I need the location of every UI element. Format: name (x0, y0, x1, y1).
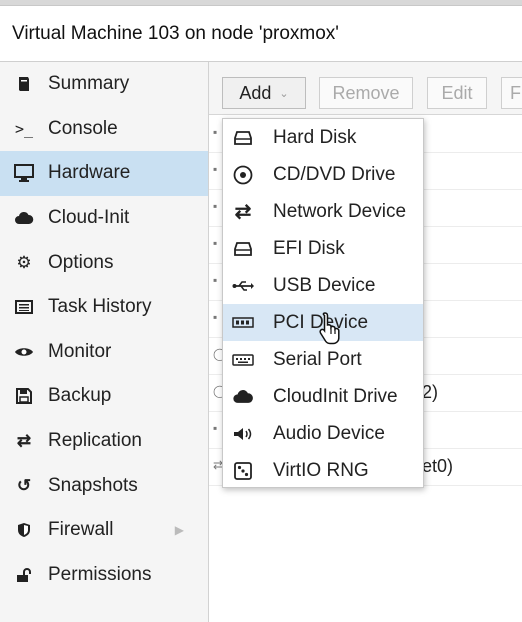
edit-button[interactable]: Edit (427, 77, 487, 109)
sidebar-item-label: Console (48, 117, 118, 139)
sidebar-item-task-history[interactable]: Task History (0, 285, 208, 330)
menu-item-usb-device[interactable]: USB Device (223, 267, 423, 304)
menu-item-label: Serial Port (273, 348, 362, 370)
cloudinit-icon: ▪ (213, 421, 218, 435)
sidebar-item-label: Monitor (48, 340, 112, 362)
row-value: et0) (422, 456, 454, 476)
list-icon (14, 300, 34, 315)
history-icon: ↺ (16, 475, 32, 495)
window-titlebar: Virtual Machine 103 on node 'proxmox' (0, 6, 522, 62)
hdd-icon (231, 130, 255, 145)
usb-icon (231, 279, 255, 293)
scsi-icon: ▪ (213, 310, 218, 324)
memory-icon: ▪ (213, 125, 218, 139)
cloud-icon (14, 211, 34, 225)
add-button-label: Add (239, 82, 272, 103)
expand-arrow-icon[interactable]: ▶ (175, 523, 184, 537)
machine-icon: ▪ (213, 273, 218, 287)
menu-item-network-device[interactable]: ⇄ Network Device (223, 193, 423, 230)
eye-icon (14, 346, 34, 358)
cpu-icon: ▪ (213, 162, 218, 176)
menu-item-hard-disk[interactable]: Hard Disk (223, 119, 423, 156)
bios-icon: ▪ (213, 199, 218, 213)
sidebar-item-cloud-init[interactable]: Cloud-Init (0, 196, 208, 241)
sidebar-item-snapshots[interactable]: ↺ Snapshots (0, 463, 208, 508)
menu-item-label: EFI Disk (273, 237, 345, 259)
floppy-icon (14, 388, 34, 405)
sidebar-item-label: Firewall (48, 519, 114, 541)
sidebar-item-options[interactable]: ⚙ Options (0, 240, 208, 285)
shield-icon (14, 522, 34, 538)
volume-icon (231, 427, 255, 441)
sidebar-item-backup[interactable]: Backup (0, 374, 208, 419)
terminal-icon: >_ (14, 119, 34, 138)
menu-item-label: Network Device (273, 200, 407, 222)
retweet-icon: ⇄ (16, 431, 32, 451)
dice-icon (231, 461, 255, 480)
sidebar-item-label: Permissions (48, 563, 152, 585)
menu-item-cd-dvd-drive[interactable]: CD/DVD Drive (223, 156, 423, 193)
add-dropdown-menu: Hard Disk CD/DVD Drive ⇄ Network Device … (222, 118, 424, 488)
book-icon (14, 76, 34, 92)
sidebar-item-label: Backup (48, 385, 112, 407)
cloud-icon (231, 389, 255, 404)
sidebar: Summary >_ Console Hardware Cloud-Init ⚙… (0, 62, 209, 622)
menu-item-label: Hard Disk (273, 126, 357, 148)
sidebar-item-label: Summary (48, 73, 130, 95)
hand-pointer-icon (318, 311, 344, 350)
menu-item-label: USB Device (273, 274, 376, 296)
sidebar-item-summary[interactable]: Summary (0, 62, 208, 107)
menu-item-audio-device[interactable]: Audio Device (223, 415, 423, 452)
display-icon: ▪ (213, 236, 218, 250)
sidebar-item-hardware[interactable]: Hardware (0, 151, 208, 196)
overflow-toolbar-button[interactable]: F (501, 77, 522, 109)
menu-item-label: VirtIO RNG (273, 459, 369, 481)
sidebar-item-label: Hardware (48, 162, 131, 184)
chevron-down-icon: ⌄ (279, 87, 289, 100)
sidebar-item-permissions[interactable]: Permissions (0, 553, 208, 598)
menu-item-efi-disk[interactable]: EFI Disk (223, 230, 423, 267)
remove-button[interactable]: Remove (319, 77, 413, 109)
sidebar-item-label: Snapshots (48, 474, 138, 496)
unlock-icon (14, 567, 34, 583)
keyboard-icon (231, 353, 255, 366)
gear-icon: ⚙ (16, 252, 32, 272)
add-button[interactable]: Add ⌄ (222, 77, 306, 109)
hardware-toolbar: Add ⌄ Remove Edit F (209, 62, 522, 115)
sidebar-item-replication[interactable]: ⇄ Replication (0, 419, 208, 464)
exchange-icon: ⇄ (234, 201, 252, 223)
menu-item-label: Audio Device (273, 422, 385, 444)
hdd-icon (231, 241, 255, 256)
menu-item-label: CloudInit Drive (273, 385, 398, 407)
disc-icon (231, 165, 255, 185)
sidebar-item-label: Task History (48, 296, 152, 318)
sidebar-item-label: Cloud-Init (48, 207, 130, 229)
row-value: 2) (422, 382, 439, 402)
pci-card-icon (231, 316, 255, 329)
sidebar-item-monitor[interactable]: Monitor (0, 330, 208, 375)
vm-window: Virtual Machine 103 on node 'proxmox' Su… (0, 5, 522, 622)
sidebar-item-label: Replication (48, 430, 142, 452)
window-title: Virtual Machine 103 on node 'proxmox' (12, 22, 339, 44)
sidebar-item-label: Options (48, 251, 114, 273)
menu-item-virtio-rng[interactable]: VirtIO RNG (223, 452, 423, 489)
monitor-icon (14, 164, 34, 183)
menu-item-cloudinit-drive[interactable]: CloudInit Drive (223, 378, 423, 415)
sidebar-item-console[interactable]: >_ Console (0, 107, 208, 152)
menu-item-label: CD/DVD Drive (273, 163, 396, 185)
sidebar-item-firewall[interactable]: Firewall ▶ (0, 508, 208, 553)
